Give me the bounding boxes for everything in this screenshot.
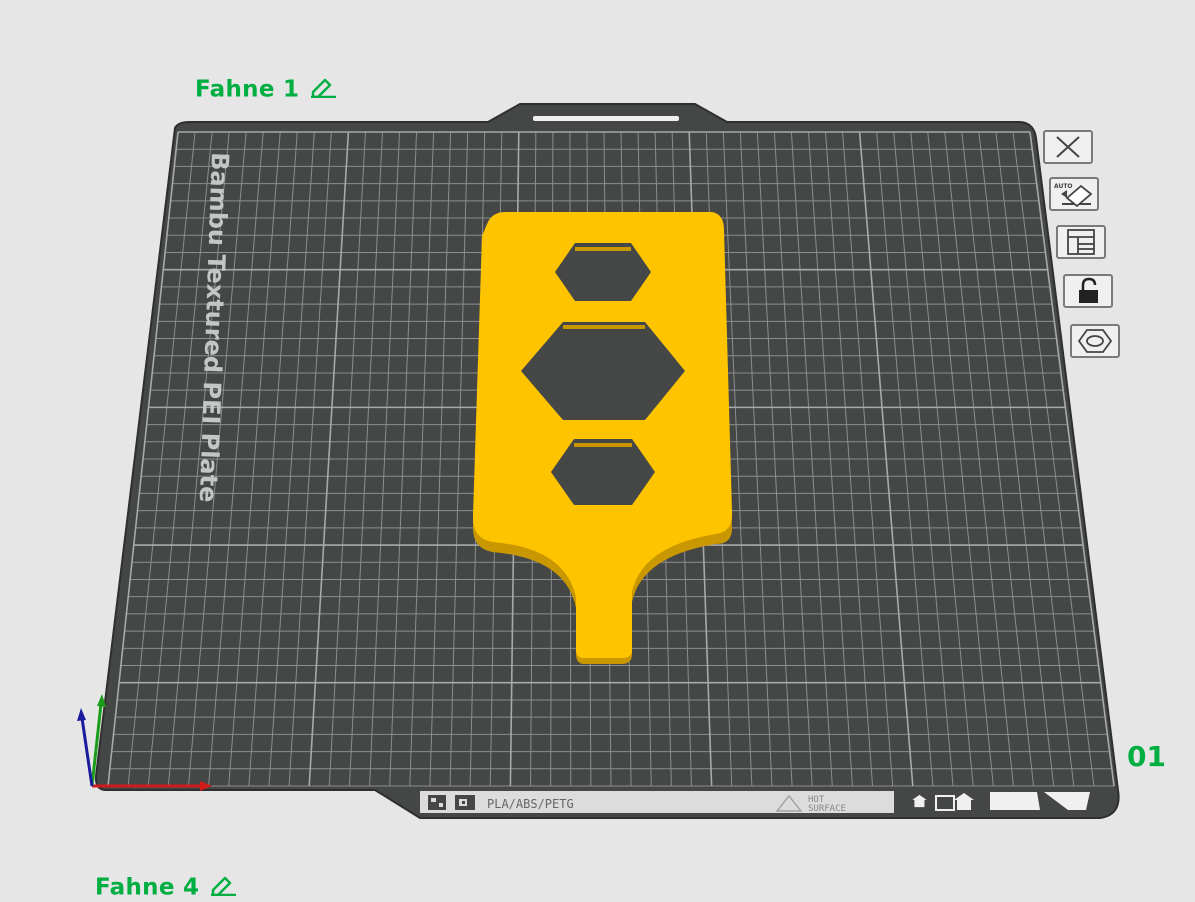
z-axis <box>80 717 94 787</box>
plate-name-text-2: Fahne 4 <box>95 874 200 901</box>
remove-plate-button[interactable] <box>1043 130 1093 164</box>
hex-hole-top <box>555 243 651 301</box>
auto-orient-icon: AUTO <box>1054 183 1093 208</box>
plate-settings-icon <box>1077 329 1113 353</box>
plate-settings-button[interactable] <box>1070 324 1120 358</box>
bed-logo-icon <box>455 795 475 810</box>
surface-label: SURFACE <box>808 804 846 814</box>
pencil-icon[interactable] <box>309 76 337 104</box>
pencil-icon[interactable] <box>209 874 237 902</box>
lock-plate-button[interactable] <box>1063 274 1113 308</box>
filament-types: PLA/ABS/PETG <box>487 797 574 811</box>
qr-code-icon <box>428 795 446 810</box>
z-axis-arrow <box>77 708 86 721</box>
lock-icon <box>1079 277 1098 303</box>
arrange-button[interactable] <box>1056 225 1106 259</box>
corner-mark-1 <box>990 792 1040 810</box>
plate-number: 01 <box>1127 740 1166 773</box>
plate-name-label-2[interactable]: Fahne 4 <box>95 874 237 902</box>
plate-name-text: Fahne 1 <box>195 76 300 103</box>
build-plate-viewport[interactable]: Bambu Textured PEI Plate PLA/ABS/PETG HO… <box>0 0 1195 896</box>
close-icon <box>1056 136 1080 158</box>
plate-handle-slot <box>533 116 679 121</box>
plate-name-label[interactable]: Fahne 1 <box>195 76 337 104</box>
arrange-icon <box>1067 229 1095 255</box>
svg-text:AUTO: AUTO <box>1054 183 1073 190</box>
auto-orient-button[interactable]: AUTO <box>1049 177 1099 211</box>
